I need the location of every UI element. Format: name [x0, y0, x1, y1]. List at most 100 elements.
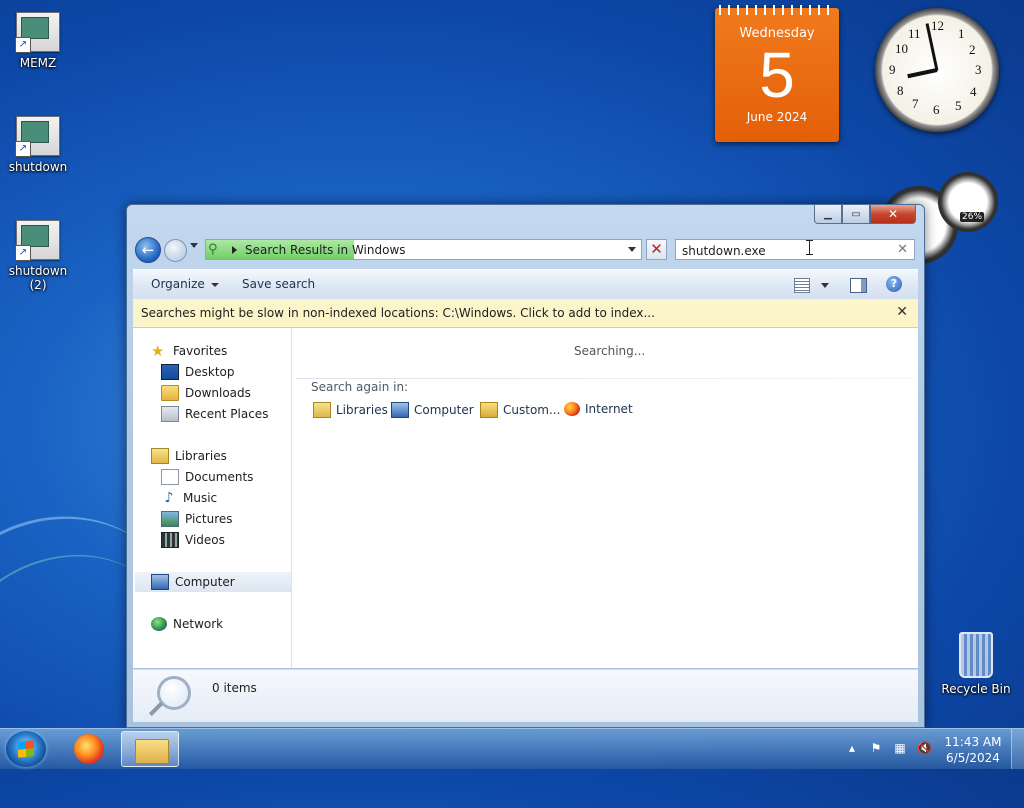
search-again-libraries[interactable]: Libraries [313, 402, 388, 418]
network-icon [151, 617, 167, 631]
show-hidden-icons-icon[interactable]: ▴ [845, 741, 859, 755]
search-again-computer[interactable]: Computer [391, 402, 474, 418]
music-icon: ♪ [164, 490, 174, 506]
explorer-window[interactable]: ▁ ▭ ✕ ← ⚲ Search Results in Windows ✕ ✕ … [126, 204, 925, 728]
nav-label: Recent Places [185, 407, 269, 421]
clock-hour-hand [907, 68, 938, 79]
taskbar-clock[interactable]: 11:43 AM 6/5/2024 [936, 734, 1010, 766]
search-again-custom[interactable]: Custom... [480, 402, 560, 418]
forward-button[interactable] [164, 239, 187, 262]
taskbar-explorer[interactable] [121, 731, 179, 767]
network-tray-icon[interactable]: ▦ [893, 741, 907, 755]
search-again-internet[interactable]: Internet [564, 402, 633, 416]
close-info-bar-icon[interactable]: ✕ [896, 304, 908, 320]
view-dropdown-icon[interactable] [821, 283, 829, 288]
videos-icon [161, 532, 179, 548]
desktop-icon-shutdown[interactable]: ↗ shutdown [0, 116, 76, 174]
nav-favorites[interactable]: ★ Favorites [151, 341, 227, 361]
clock-number: 1 [958, 26, 965, 41]
clock-number: 12 [931, 18, 944, 33]
nav-libraries[interactable]: Libraries [151, 446, 227, 466]
stop-x-icon: ✕ [650, 240, 663, 258]
window-caption-buttons: ▁ ▭ ✕ [814, 205, 916, 224]
nav-label: Desktop [185, 365, 235, 379]
close-icon: ✕ [887, 207, 899, 221]
memory-gauge [938, 172, 998, 232]
nav-computer[interactable]: Computer [135, 572, 291, 592]
search-again-item-label: Libraries [336, 403, 388, 417]
help-icon[interactable]: ? [886, 276, 902, 292]
stop-button[interactable]: ✕ [646, 239, 667, 260]
calendar-month-year: June 2024 [746, 110, 808, 124]
back-button[interactable]: ← [135, 237, 161, 263]
nav-documents[interactable]: Documents [161, 467, 253, 487]
preview-pane-icon[interactable] [850, 278, 867, 293]
clock-number: 11 [908, 26, 921, 41]
desktop-icon-memz[interactable]: ↗ MEMZ [0, 12, 76, 70]
navigation-pane: ★ Favorites Desktop Downloads Recent Plac… [133, 328, 292, 668]
nav-network[interactable]: Network [151, 614, 223, 634]
calendar-rings [719, 5, 835, 15]
index-info-bar[interactable]: Searches might be slow in non-indexed lo… [133, 299, 918, 328]
close-button[interactable]: ✕ [870, 205, 916, 224]
search-input[interactable] [680, 241, 884, 260]
action-center-flag-icon[interactable]: ⚑ [869, 741, 883, 755]
nav-label: Favorites [173, 344, 228, 358]
libraries-icon [151, 448, 169, 464]
search-results-pane: Searching... Search again in: Libraries … [292, 328, 918, 668]
recent-pages-dropdown[interactable] [190, 243, 198, 248]
shortcut-arrow-icon: ↗ [15, 37, 31, 53]
minimize-icon: ▁ [824, 208, 832, 220]
desktop-icon-recycle-bin[interactable]: Recycle Bin [940, 632, 1012, 696]
nav-label: Libraries [175, 449, 227, 463]
nav-downloads[interactable]: Downloads [161, 383, 251, 403]
downloads-folder-icon [161, 385, 179, 401]
nav-label: Downloads [185, 386, 251, 400]
clock-number: 7 [912, 96, 919, 111]
recycle-bin-icon [959, 632, 993, 678]
shortcut-arrow-icon: ↗ [15, 245, 31, 261]
shortcut-arrow-icon: ↗ [15, 141, 31, 157]
volume-muted-icon[interactable]: 🔇 [917, 741, 932, 755]
clock-number: 3 [975, 62, 982, 77]
breadcrumb-arrow-icon[interactable] [232, 246, 237, 254]
address-bar[interactable]: ⚲ Search Results in Windows [205, 239, 642, 260]
clock-number: 5 [955, 98, 962, 113]
nav-pictures[interactable]: Pictures [161, 509, 233, 529]
change-view-icon[interactable] [794, 278, 810, 293]
taskbar-firefox[interactable] [60, 731, 118, 767]
nav-label: Computer [175, 575, 235, 589]
clock-gadget[interactable]: 12 1 2 3 4 5 6 7 8 9 10 11 [875, 8, 999, 132]
documents-icon [161, 469, 179, 485]
calendar-gadget[interactable]: Wednesday 5 June 2024 [715, 5, 839, 142]
save-search-button[interactable]: Save search [242, 277, 315, 291]
show-desktop-button[interactable] [1011, 729, 1024, 769]
desktop-icon [161, 364, 179, 380]
address-dropdown-icon[interactable] [628, 247, 636, 252]
nav-desktop[interactable]: Desktop [161, 362, 235, 382]
searching-status: Searching... [574, 344, 646, 358]
search-box[interactable]: ✕ [675, 239, 915, 260]
clock-number: 9 [889, 62, 896, 77]
organize-button[interactable]: Organize [151, 277, 219, 291]
nav-recent-places[interactable]: Recent Places [161, 404, 268, 424]
notification-area: ▴ ⚑ ▦ 🔇 [845, 741, 932, 755]
start-button[interactable] [6, 731, 46, 767]
taskbar: ▴ ⚑ ▦ 🔇 11:43 AM 6/5/2024 [0, 728, 1024, 769]
maximize-icon: ▭ [851, 208, 861, 220]
nav-music[interactable]: ♪ Music [161, 488, 218, 508]
minimize-button[interactable]: ▁ [814, 205, 842, 224]
item-count: 0 items [212, 681, 257, 695]
desktop-icon-shutdown-2[interactable]: ↗ shutdown (2) [0, 220, 76, 292]
nav-label: Videos [185, 533, 225, 547]
desktop-icon-label: shutdown (2) [8, 264, 68, 292]
clock-number: 8 [897, 83, 904, 98]
cpu-meter-percent: 26% [960, 212, 985, 222]
star-icon: ★ [151, 342, 165, 360]
clear-search-icon[interactable]: ✕ [897, 242, 908, 257]
command-bar: Organize Save search ? [133, 269, 918, 301]
search-folder-icon: ⚲ [208, 242, 218, 257]
nav-videos[interactable]: Videos [161, 530, 225, 550]
desktop-icon-label: Recycle Bin [941, 682, 1011, 696]
maximize-button[interactable]: ▭ [842, 205, 870, 224]
